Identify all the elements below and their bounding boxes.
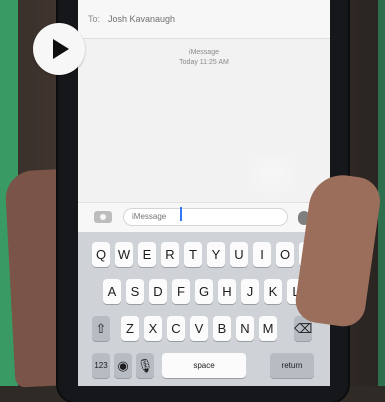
key-j[interactable]: J <box>241 279 259 304</box>
space-key[interactable]: space <box>162 353 246 378</box>
shift-key[interactable]: ⇧ <box>92 316 110 341</box>
screen-glare <box>248 155 296 193</box>
camera-icon[interactable] <box>94 211 112 223</box>
key-s[interactable]: S <box>126 279 144 304</box>
key-h[interactable]: H <box>218 279 236 304</box>
key-i[interactable]: I <box>253 242 271 267</box>
microphone-key[interactable]: 🎙 <box>136 353 154 378</box>
globe-icon[interactable]: ◉ <box>114 353 132 378</box>
numbers-key[interactable]: 123 <box>92 353 110 378</box>
text-cursor <box>180 207 182 221</box>
key-b[interactable]: B <box>213 316 231 341</box>
thread-meta: iMessage Today 11:25 AM <box>78 48 330 68</box>
key-m[interactable]: M <box>259 316 277 341</box>
key-a[interactable]: A <box>103 279 121 304</box>
return-key[interactable]: return <box>270 353 314 378</box>
key-g[interactable]: G <box>195 279 213 304</box>
key-q[interactable]: Q <box>92 242 110 267</box>
key-k[interactable]: K <box>264 279 282 304</box>
message-composer <box>78 202 330 233</box>
to-label: To: <box>88 14 101 24</box>
key-f[interactable]: F <box>172 279 190 304</box>
keyboard: Q W E R T Y U I O P A S D F G H J K L ⇧ … <box>78 232 330 386</box>
thread-timestamp: Today 11:25 AM <box>179 59 229 66</box>
key-c[interactable]: C <box>167 316 185 341</box>
key-u[interactable]: U <box>230 242 248 267</box>
key-d[interactable]: D <box>149 279 167 304</box>
key-o[interactable]: O <box>276 242 294 267</box>
key-n[interactable]: N <box>236 316 254 341</box>
message-input[interactable] <box>123 208 288 226</box>
key-r[interactable]: R <box>161 242 179 267</box>
message-header: To: Josh Kavanaugh <box>78 0 330 39</box>
key-v[interactable]: V <box>190 316 208 341</box>
phone-screen: To: Josh Kavanaugh iMessage Today 11:25 … <box>78 0 330 386</box>
key-z[interactable]: Z <box>121 316 139 341</box>
key-t[interactable]: T <box>184 242 202 267</box>
thread-service: iMessage <box>189 49 219 56</box>
key-w[interactable]: W <box>115 242 133 267</box>
recipient-name[interactable]: Josh Kavanaugh <box>108 14 175 24</box>
play-button[interactable] <box>33 23 85 75</box>
key-x[interactable]: X <box>144 316 162 341</box>
key-y[interactable]: Y <box>207 242 225 267</box>
key-e[interactable]: E <box>138 242 156 267</box>
